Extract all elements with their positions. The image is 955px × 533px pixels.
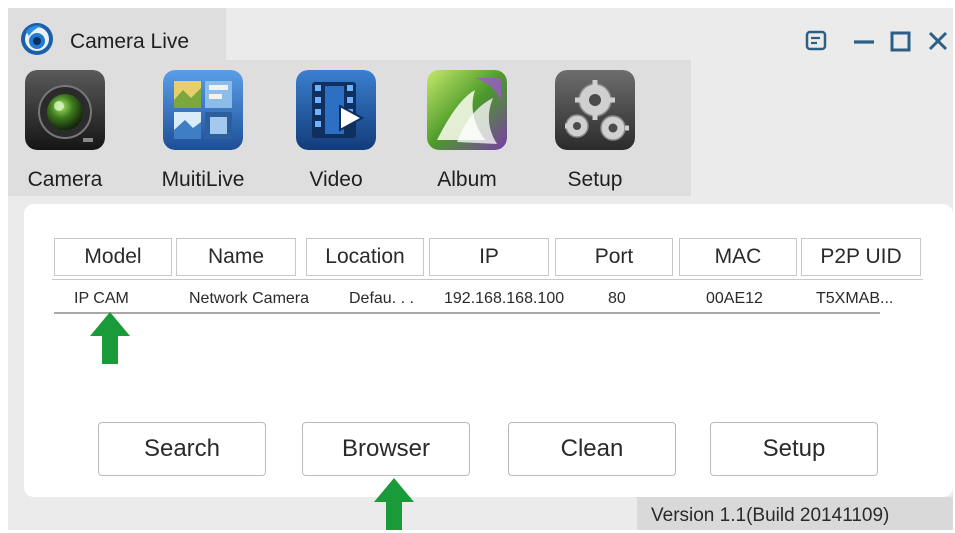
toolbar-camera[interactable]: Camera: [8, 66, 118, 192]
column-header-location[interactable]: Location: [306, 238, 424, 276]
cell-model: IP CAM: [74, 290, 129, 307]
toolbar-album[interactable]: Album: [410, 66, 520, 192]
maximize-icon[interactable]: [888, 28, 914, 54]
title-tab: Camera Live: [8, 8, 226, 60]
search-button[interactable]: Search: [98, 422, 266, 476]
toolbar-multilive-label: MuitiLive: [161, 168, 245, 191]
toolbar-video[interactable]: Video: [279, 66, 389, 192]
toolbar-video-label: Video: [309, 168, 363, 191]
multi-view-icon: [163, 70, 243, 150]
camera-lens-icon: [25, 70, 105, 150]
cell-p2p-uid: T5XMAB...: [816, 290, 894, 307]
app-title: Camera Live: [70, 30, 190, 53]
toolbar-album-label: Album: [437, 168, 497, 191]
column-header-name[interactable]: Name: [176, 238, 296, 276]
cell-port: 80: [608, 290, 626, 307]
row-divider: [54, 312, 880, 314]
table-row[interactable]: IP CAM Network Camera Defau. . . 192.168…: [52, 282, 893, 312]
cell-location: Defau. . .: [349, 290, 414, 307]
status-bar: Version 1.1(Build 20141109): [637, 497, 953, 530]
menu-icon[interactable]: [804, 28, 830, 54]
toolbar-setup-label: Setup: [567, 168, 623, 191]
title-bar: Camera Live: [8, 8, 953, 60]
camera-live-logo-icon: [21, 23, 53, 55]
browser-button[interactable]: Browser: [302, 422, 470, 476]
toolbar-multilive[interactable]: MuitiLive: [146, 66, 256, 192]
device-panel: Model Name Location IP Port MAC P2P UID …: [24, 204, 953, 497]
film-play-icon: [296, 70, 376, 150]
photo-album-icon: [427, 70, 507, 150]
toolbar-setup[interactable]: Setup: [538, 66, 648, 192]
main-toolbar: Camera MuitiLive Video Album Setup: [8, 60, 691, 196]
cell-ip: 192.168.168.100: [444, 290, 565, 307]
close-icon[interactable]: [925, 28, 951, 54]
green-up-arrow-icon: [90, 312, 130, 364]
column-header-ip[interactable]: IP: [429, 238, 549, 276]
column-header-model[interactable]: Model: [54, 238, 172, 276]
column-header-p2p-uid[interactable]: P2P UID: [801, 238, 921, 276]
camera-live-window: Camera Live Camera MuitiLive Video Album…: [8, 8, 953, 530]
header-divider: [52, 279, 923, 280]
version-label: Version 1.1(Build 20141109): [651, 505, 890, 526]
column-header-mac[interactable]: MAC: [679, 238, 797, 276]
setup-button[interactable]: Setup: [710, 422, 878, 476]
column-header-port[interactable]: Port: [555, 238, 673, 276]
cell-mac: 00AE12: [706, 290, 763, 307]
minimize-icon[interactable]: [851, 28, 877, 54]
green-up-arrow-icon: [374, 478, 414, 530]
gears-icon: [555, 70, 635, 150]
toolbar-camera-label: Camera: [27, 168, 103, 191]
clean-button[interactable]: Clean: [508, 422, 676, 476]
cell-name: Network Camera: [189, 290, 310, 307]
